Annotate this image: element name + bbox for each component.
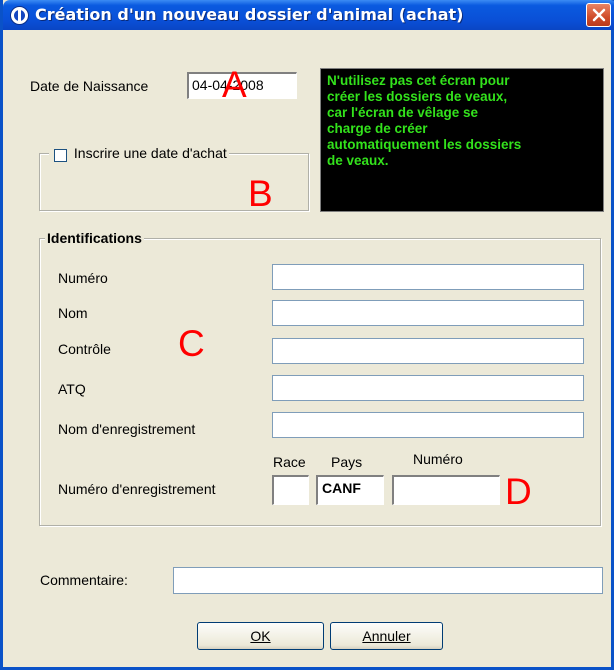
birth-date-label: Date de Naissance <box>30 78 149 94</box>
comment-input[interactable] <box>173 567 603 594</box>
annotation-d: D <box>505 471 532 512</box>
field-label-numero: Numéro <box>58 270 108 286</box>
purchase-date-checkbox-label[interactable]: Inscrire une date d'achat <box>74 145 227 161</box>
info-message: N'utilisez pas cet écran pour créer les … <box>320 68 604 212</box>
field-label-nom-enregistrement: Nom d'enregistrement <box>58 421 196 437</box>
annotation-b: B <box>248 173 273 214</box>
registration-numero-input[interactable] <box>392 475 500 505</box>
dialog-window: Création d'un nouveau dossier d'animal (… <box>0 0 614 670</box>
info-icon <box>10 6 29 25</box>
nom-input[interactable] <box>272 300 584 326</box>
cancel-button[interactable]: Annuler <box>330 622 443 650</box>
annotation-a: A <box>222 64 247 105</box>
field-label-nom: Nom <box>58 305 88 321</box>
atq-input[interactable] <box>272 375 584 401</box>
registration-number-label: Numéro d'enregistrement <box>58 481 216 497</box>
pays-input[interactable]: CANF <box>316 475 384 505</box>
ok-button[interactable]: OK <box>197 622 324 650</box>
comment-label: Commentaire: <box>40 572 128 588</box>
numero-input[interactable] <box>272 264 584 290</box>
nom-enregistrement-input[interactable] <box>272 412 584 438</box>
purchase-date-checkbox[interactable] <box>54 149 67 162</box>
field-label-atq: ATQ <box>58 381 86 397</box>
title-bar[interactable]: Création d'un nouveau dossier d'animal (… <box>3 0 614 30</box>
purchase-date-legend: Inscrire une date d'achat <box>49 145 229 163</box>
race-header: Race <box>273 454 306 470</box>
pays-value: CANF <box>322 480 361 496</box>
annotation-c: C <box>178 323 205 364</box>
race-input[interactable] <box>272 475 309 505</box>
field-label-controle: Contrôle <box>58 341 111 357</box>
pays-header: Pays <box>331 454 363 470</box>
numero-header: Numéro <box>413 451 463 467</box>
window-title: Création d'un nouveau dossier d'animal (… <box>35 5 464 24</box>
close-icon <box>592 8 606 22</box>
close-button[interactable] <box>586 3 611 27</box>
identifications-legend: Identifications <box>45 230 144 246</box>
controle-input[interactable] <box>272 338 584 364</box>
